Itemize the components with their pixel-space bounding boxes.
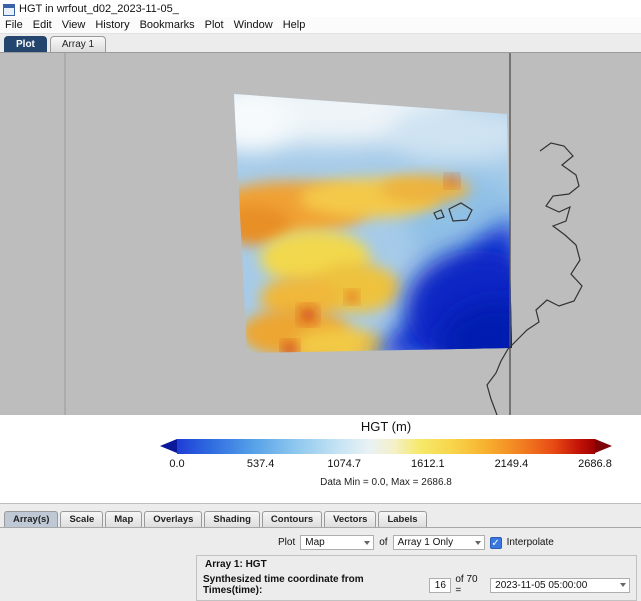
time-index-input[interactable] (429, 578, 451, 593)
tab-map[interactable]: Map (105, 511, 142, 527)
array-scope-value: Array 1 Only (398, 537, 454, 548)
control-tab-bar: Array(s) Scale Map Overlays Shading Cont… (0, 504, 641, 528)
menu-help[interactable]: Help (278, 19, 311, 31)
window-icon (3, 3, 15, 15)
map-plot (0, 53, 641, 415)
colorbar-gradient (177, 439, 595, 454)
view-tab-bar: Plot Array 1 (0, 34, 641, 53)
time-total-label: of 70 = (455, 574, 486, 596)
array-info-label: Array 1: HGT (205, 559, 630, 570)
plot-type-value: Map (305, 537, 324, 548)
tab-array-1[interactable]: Array 1 (50, 36, 106, 52)
plot-type-select[interactable]: Map (300, 535, 374, 550)
menu-window[interactable]: Window (229, 19, 278, 31)
colorbar-underflow-arrow-icon (160, 439, 177, 453)
array-group-box: Array 1: HGT Synthesized time coordinate… (196, 555, 637, 601)
colorbar-tick: 2149.4 (495, 458, 529, 470)
colorbar-overflow-arrow-icon (595, 439, 612, 453)
colorbar-tick: 2686.8 (578, 458, 612, 470)
colorbar-tick: 1074.7 (327, 458, 361, 470)
tab-vectors[interactable]: Vectors (324, 511, 376, 527)
tab-shading[interactable]: Shading (204, 511, 259, 527)
time-coordinate-row: Synthesized time coordinate from Times(t… (203, 574, 630, 596)
array-scope-select[interactable]: Array 1 Only (393, 535, 485, 550)
chevron-down-icon (620, 583, 626, 587)
colorbar-tick: 1612.1 (411, 458, 445, 470)
tab-scale[interactable]: Scale (60, 511, 103, 527)
tab-overlays[interactable]: Overlays (144, 511, 202, 527)
plot-title: HGT (m) (160, 419, 612, 434)
chevron-down-icon (364, 541, 370, 545)
tab-arrays[interactable]: Array(s) (4, 511, 58, 527)
tab-contours[interactable]: Contours (262, 511, 322, 527)
interpolate-checkbox[interactable]: ✓ (490, 537, 502, 549)
menu-edit[interactable]: Edit (28, 19, 57, 31)
window-title: HGT in wrfout_d02_2023-11-05_ (19, 3, 179, 15)
colorbar-tick-labels: 0.0 537.4 1074.7 1612.1 2149.4 2686.8 (177, 458, 595, 471)
time-value: 2023-11-05 05:00:00 (495, 580, 587, 591)
control-panel: Array(s) Scale Map Overlays Shading Cont… (0, 503, 641, 601)
menu-view[interactable]: View (57, 19, 91, 31)
window-titlebar: HGT in wrfout_d02_2023-11-05_ (0, 0, 641, 17)
menu-history[interactable]: History (90, 19, 134, 31)
time-coordinate-label: Synthesized time coordinate from Times(t… (203, 574, 425, 596)
colorbar (160, 439, 612, 454)
colorbar-tick: 537.4 (247, 458, 275, 470)
menu-bookmarks[interactable]: Bookmarks (135, 19, 200, 31)
interpolate-label: Interpolate (507, 537, 554, 548)
plot-type-row: Plot Map of Array 1 Only ✓ Interpolate (278, 535, 641, 550)
menu-bar: File Edit View History Bookmarks Plot Wi… (0, 17, 641, 34)
chevron-down-icon (475, 541, 481, 545)
time-value-select[interactable]: 2023-11-05 05:00:00 (490, 578, 630, 593)
menu-plot[interactable]: Plot (200, 19, 229, 31)
tab-plot[interactable]: Plot (4, 36, 47, 52)
of-label: of (379, 537, 387, 548)
menu-file[interactable]: File (0, 19, 28, 31)
colorbar-section: HGT (m) 0.0 537.4 1074.7 1612.1 2149.4 2… (0, 415, 641, 503)
colorbar-tick: 0.0 (169, 458, 184, 470)
plot-canvas (0, 53, 641, 415)
tab-labels[interactable]: Labels (378, 511, 426, 527)
data-minmax-label: Data Min = 0.0, Max = 2686.8 (160, 477, 612, 488)
plot-label: Plot (278, 537, 295, 548)
